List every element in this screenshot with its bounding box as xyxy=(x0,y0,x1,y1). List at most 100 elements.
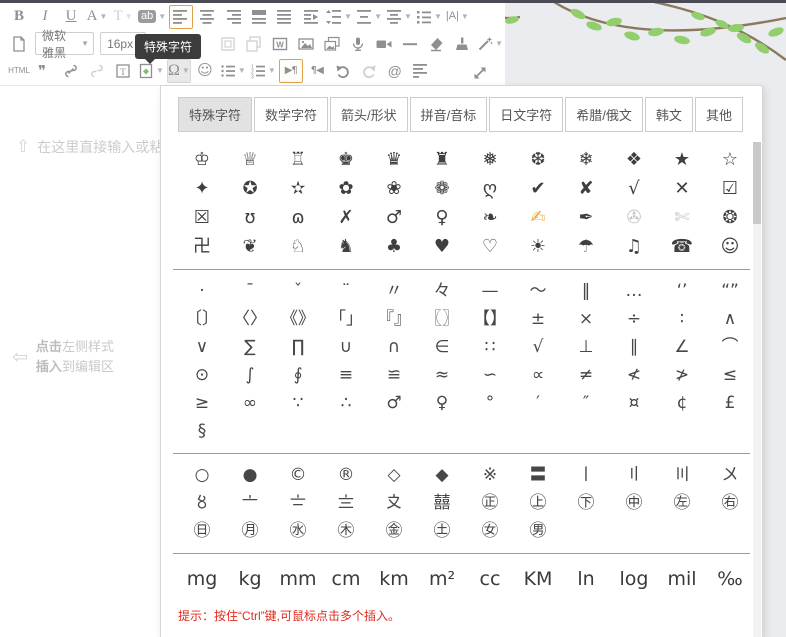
char-cell[interactable]: ♣ xyxy=(370,238,418,256)
char-cell[interactable]: ✄ xyxy=(658,209,706,227)
char-cell[interactable]: 〖〗 xyxy=(418,311,466,328)
char-cell[interactable]: ❁ xyxy=(418,180,466,198)
char-cell[interactable]: ˇ xyxy=(274,283,322,300)
char-cell[interactable]: 【】 xyxy=(466,311,514,328)
char-cell[interactable]: km xyxy=(370,570,418,589)
char-cell[interactable]: ♞ xyxy=(322,238,370,256)
char-cell[interactable]: mg xyxy=(178,570,226,589)
char-cell[interactable]: ㊏ xyxy=(418,523,466,540)
char-cell[interactable]: ′ xyxy=(514,395,562,412)
letter-spacing-button[interactable]: |A|▼ xyxy=(445,5,470,29)
char-cell[interactable]: ɷ xyxy=(274,209,322,227)
one-key-beautify-button[interactable]: ▼ xyxy=(476,32,504,56)
char-cell[interactable]: √ xyxy=(514,339,562,356)
emoticon-button[interactable]: ☺ xyxy=(193,59,217,83)
char-cell[interactable]: m² xyxy=(418,570,466,589)
char-cell[interactable]: ˉ xyxy=(226,283,274,300)
char-cell[interactable]: ♘ xyxy=(274,238,322,256)
ordered-list-button[interactable]: 123▼ xyxy=(249,59,277,83)
char-cell[interactable]: 々 xyxy=(418,283,466,300)
char-cell[interactable]: ㊦ xyxy=(562,495,610,512)
undo-button[interactable] xyxy=(331,59,355,83)
char-cell[interactable]: ㊌ xyxy=(274,523,322,540)
insert-table-button[interactable]: T xyxy=(111,59,135,83)
tab-0[interactable]: 特殊字符 xyxy=(178,97,252,132)
char-cell[interactable]: ⊙ xyxy=(178,367,226,384)
import-word-button[interactable]: W xyxy=(268,32,292,56)
list-style-button[interactable]: ▼ xyxy=(415,5,443,29)
char-cell[interactable]: × xyxy=(562,311,610,328)
char-cell[interactable]: ❅ xyxy=(466,151,514,169)
bold-button[interactable]: B xyxy=(7,5,31,29)
char-cell[interactable]: 「」 xyxy=(322,311,370,328)
char-cell[interactable]: ❀ xyxy=(370,180,418,198)
insert-image-button[interactable] xyxy=(294,32,318,56)
align-right-button[interactable] xyxy=(221,5,245,29)
char-cell[interactable]: 〢 xyxy=(610,467,658,484)
char-cell[interactable]: ღ xyxy=(466,180,514,198)
char-cell[interactable]: √ xyxy=(610,180,658,198)
char-cell[interactable]: ∶ xyxy=(658,311,706,328)
char-cell[interactable]: ∨ xyxy=(178,339,226,356)
char-cell[interactable]: ≮ xyxy=(610,367,658,384)
char-cell[interactable]: ♥ xyxy=(418,238,466,256)
char-cell[interactable]: ㊤ xyxy=(514,495,562,512)
char-cell[interactable]: ♡ xyxy=(466,238,514,256)
eraser-button[interactable] xyxy=(424,32,448,56)
record-audio-button[interactable] xyxy=(346,32,370,56)
line-height-button[interactable]: ▼ xyxy=(325,5,353,29)
char-cell[interactable]: 〣 xyxy=(658,467,706,484)
char-cell[interactable]: ♛ xyxy=(370,151,418,169)
char-cell[interactable]: ♚ xyxy=(322,151,370,169)
char-cell[interactable]: ㊛ xyxy=(466,523,514,540)
char-cell[interactable]: ∷ xyxy=(466,339,514,356)
char-cell[interactable]: ≤ xyxy=(706,367,754,384)
redo-button[interactable] xyxy=(357,59,381,83)
dialog-scrollbar[interactable] xyxy=(753,142,761,637)
char-cell[interactable]: ✫ xyxy=(274,180,322,198)
char-cell[interactable]: ⌒ xyxy=(706,339,754,356)
char-cell[interactable]: ✕ xyxy=(658,180,706,198)
tab-3[interactable]: 拼音/音标 xyxy=(410,97,488,132)
char-cell[interactable]: ″ xyxy=(562,395,610,412)
char-cell[interactable]: ☺ xyxy=(706,238,754,256)
align-justify-button[interactable] xyxy=(273,5,297,29)
char-cell[interactable]: ♜ xyxy=(418,151,466,169)
char-cell[interactable]: ❦ xyxy=(226,238,274,256)
paragraph-spacing-button[interactable]: ▼ xyxy=(355,5,383,29)
char-cell[interactable]: 〈〉 xyxy=(226,311,274,328)
char-cell[interactable]: 卍 xyxy=(178,238,226,256)
char-cell[interactable]: ♫ xyxy=(610,238,658,256)
remove-link-button[interactable] xyxy=(85,59,109,83)
char-cell[interactable]: 〡 xyxy=(562,467,610,484)
char-cell[interactable]: ★ xyxy=(658,151,706,169)
char-cell[interactable]: ∠ xyxy=(658,339,706,356)
char-cell[interactable]: ln xyxy=(562,570,610,589)
html-source-button[interactable]: HTML xyxy=(7,59,31,83)
char-cell[interactable]: ¤ xyxy=(610,395,658,412)
word-spacing-button[interactable]: ▼ xyxy=(385,5,413,29)
char-cell[interactable]: log xyxy=(610,570,658,589)
char-cell[interactable]: ☑ xyxy=(706,180,754,198)
char-cell[interactable]: ∪ xyxy=(322,339,370,356)
char-cell[interactable]: ○ xyxy=(178,467,226,484)
char-cell[interactable]: ㊎ xyxy=(370,523,418,540)
text-style-button[interactable]: T▼ xyxy=(111,5,135,29)
char-cell[interactable]: — xyxy=(466,283,514,300)
char-cell[interactable]: 〦 xyxy=(226,495,274,512)
fullscreen-button[interactable] xyxy=(468,61,492,85)
char-cell[interactable]: · xyxy=(178,283,226,300)
char-cell[interactable]: ʊ xyxy=(226,209,274,227)
char-cell[interactable]: ¨ xyxy=(322,283,370,300)
char-cell[interactable]: ㊣ xyxy=(466,495,514,512)
char-cell[interactable]: 囍 xyxy=(418,495,466,512)
char-cell[interactable]: ● xyxy=(226,467,274,484)
char-cell[interactable]: ∧ xyxy=(706,311,754,328)
char-cell[interactable]: ✒ xyxy=(562,209,610,227)
char-cell[interactable]: ㊊ xyxy=(226,523,274,540)
char-cell[interactable]: © xyxy=(274,467,322,484)
char-cell[interactable]: 〥 xyxy=(178,495,226,512)
char-cell[interactable]: ☆ xyxy=(706,151,754,169)
char-cell[interactable]: ㊧ xyxy=(658,495,706,512)
char-cell[interactable]: ㊐ xyxy=(178,523,226,540)
